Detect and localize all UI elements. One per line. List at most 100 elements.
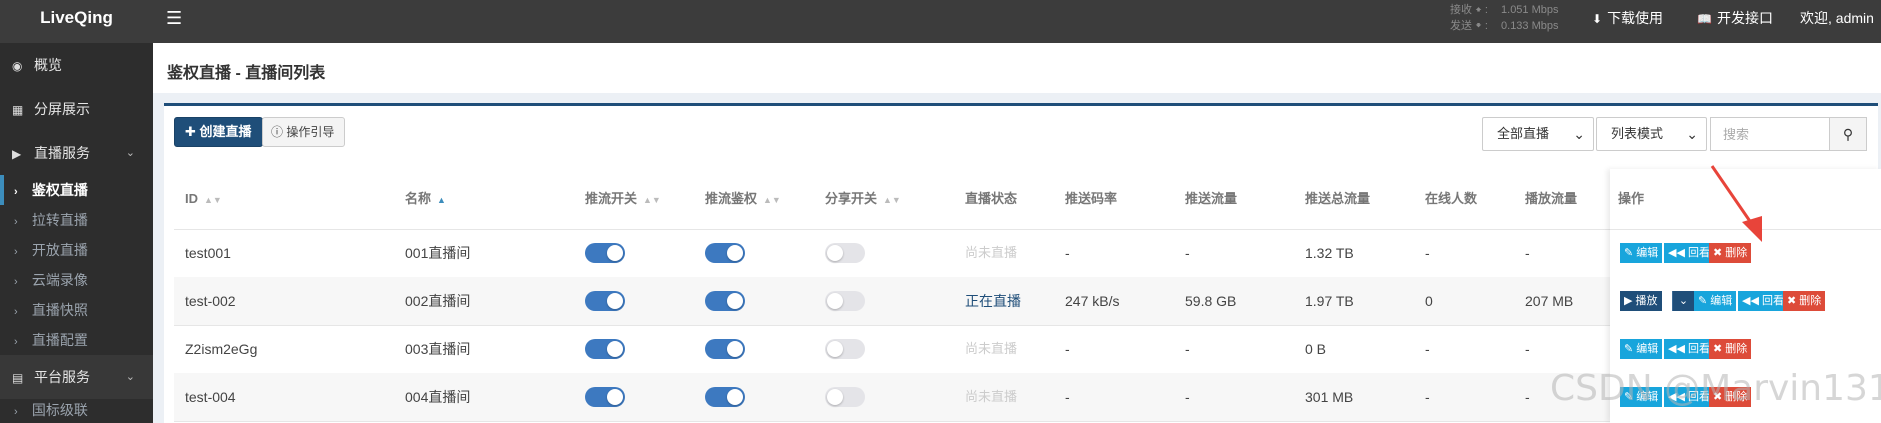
cell-traffic: - — [1185, 389, 1190, 405]
server-icon: ▤ — [12, 371, 24, 385]
cell-name: 003直播间 — [405, 341, 471, 357]
sidebar-item-auth-live[interactable]: › 鉴权直播 — [0, 175, 153, 205]
playback-icon: ◀◀ — [1668, 247, 1688, 259]
play-button[interactable]: ▶ 播放 — [1620, 291, 1662, 311]
playback-icon: ◀◀ — [1742, 295, 1762, 307]
video-camera-icon: ▶ — [12, 147, 22, 161]
cell-status: 尚未直播 — [965, 389, 1018, 404]
col-header-share[interactable]: 分享开关 ▲▼ — [825, 169, 901, 229]
sidebar-item-live-config[interactable]: › 直播配置 — [0, 325, 153, 355]
toggle-knob — [607, 389, 623, 405]
chevron-right-icon: › — [14, 216, 18, 228]
sort-icon: ▲▼ — [763, 195, 781, 205]
sidebar-item-gb[interactable]: › 国标级联 — [0, 395, 153, 423]
col-header-online: 在线人数 — [1425, 191, 1478, 206]
guide-button[interactable]: ⓘ 操作引导 — [262, 117, 345, 147]
cell-online: - — [1425, 389, 1430, 405]
delete-button[interactable]: ✖ 删除 — [1783, 291, 1826, 311]
share-toggle[interactable] — [825, 339, 865, 359]
download-link[interactable]: ⬇ 下载使用 — [1592, 0, 1663, 36]
cell-online: - — [1425, 245, 1430, 261]
cell-play: - — [1525, 245, 1530, 261]
col-header-name[interactable]: 名称 ▲ — [405, 169, 446, 229]
delete-button[interactable]: ✖ 删除 — [1709, 339, 1752, 359]
sidebar-item-pull-live[interactable]: › 拉转直播 — [0, 205, 153, 235]
cell-traffic: - — [1185, 245, 1190, 261]
cell-name: 001直播间 — [405, 245, 471, 261]
sidebar-item-open-live[interactable]: › 开放直播 — [0, 235, 153, 265]
col-header-actions: 操作 — [1618, 191, 1645, 206]
edit-button[interactable]: ✎ 编辑 — [1620, 243, 1663, 263]
edit-button[interactable]: ✎ 编辑 — [1620, 339, 1663, 359]
sort-icon: ▲▼ — [643, 195, 661, 205]
search-button[interactable]: ⚲ — [1829, 117, 1867, 151]
arrow-up-icon: 🠹 — [1475, 4, 1482, 16]
sidebar-item-platform-service[interactable]: ▤ 平台服务 ⌄ — [0, 355, 153, 399]
cell-traffic: 59.8 GB — [1185, 293, 1237, 309]
cell-play: - — [1525, 341, 1530, 357]
toggle-knob — [827, 245, 843, 261]
col-header-push[interactable]: 推流开关 ▲▼ — [585, 169, 661, 229]
push-toggle[interactable] — [585, 387, 625, 407]
search-input[interactable] — [1710, 117, 1830, 151]
col-header-id[interactable]: ID ▲▼ — [185, 169, 222, 229]
sidebar-item-live-service[interactable]: ▶ 直播服务 ⌄ — [0, 131, 153, 175]
app-logo[interactable]: LiveQing — [0, 0, 153, 43]
delete-icon: ✖ — [1787, 295, 1800, 307]
play-dropdown-toggle-icon: ⌄ — [1678, 295, 1689, 307]
auth-toggle[interactable] — [705, 291, 745, 311]
sidebar-item-live-snapshot[interactable]: › 直播快照 — [0, 295, 153, 325]
cell-online: - — [1425, 341, 1430, 357]
chevron-right-icon: › — [14, 336, 18, 348]
chevron-down-icon: ⌄ — [1686, 126, 1698, 142]
col-header-play: 播放流量 — [1525, 191, 1578, 206]
chevron-right-icon: › — [14, 306, 18, 318]
auth-toggle[interactable] — [705, 243, 745, 263]
playback-button[interactable]: ◀◀ 回看 — [1664, 339, 1714, 359]
create-live-button[interactable]: ✚ 创建直播 — [174, 117, 263, 147]
auth-toggle[interactable] — [705, 339, 745, 359]
recv-label: 接收 — [1450, 4, 1472, 16]
col-header-total: 推送总流量 — [1305, 191, 1371, 206]
dev-api-link[interactable]: 📖 开发接口 — [1697, 0, 1773, 36]
share-toggle[interactable] — [825, 243, 865, 263]
send-label: 发送 — [1450, 20, 1472, 32]
live-filter-select[interactable]: 全部直播 ⌄ — [1482, 117, 1594, 151]
push-toggle[interactable] — [585, 339, 625, 359]
grid-icon: ▦ — [12, 103, 24, 117]
share-toggle[interactable] — [825, 291, 865, 311]
col-header-auth[interactable]: 推流鉴权 ▲▼ — [705, 169, 781, 229]
play-dropdown-toggle[interactable]: ⌄ — [1672, 291, 1694, 311]
cell-status: 尚未直播 — [965, 245, 1018, 260]
edit-icon: ✎ — [1698, 295, 1711, 307]
network-stats: 接收 🠹 : 1.051 Mbps 发送 🠻 : 0.133 Mbps — [1450, 4, 1559, 32]
chevron-down-icon: ⌄ — [125, 147, 135, 159]
sidebar-item-split[interactable]: ▦ 分屏展示 — [0, 87, 153, 131]
send-value: 0.133 Mbps — [1501, 20, 1559, 32]
cell-bitrate: - — [1065, 389, 1070, 405]
sidebar-item-cloud-record[interactable]: › 云端录像 — [0, 265, 153, 295]
arrow-down-icon: 🠻 — [1475, 20, 1482, 32]
toggle-knob — [727, 389, 743, 405]
playback-button[interactable]: ◀◀ 回看 — [1738, 291, 1788, 311]
dashboard-icon: ◉ — [12, 59, 23, 73]
chevron-right-icon: › — [14, 186, 18, 198]
toggle-knob — [727, 293, 743, 309]
sidebar-item-overview[interactable]: ◉ 概览 — [0, 43, 153, 87]
push-toggle[interactable] — [585, 243, 625, 263]
push-toggle[interactable] — [585, 291, 625, 311]
user-menu[interactable]: 欢迎, admin — [1800, 0, 1874, 36]
sort-asc-icon: ▲ — [437, 195, 446, 205]
page-title: 鉴权直播 - 直播间列表 — [167, 65, 326, 82]
share-toggle[interactable] — [825, 387, 865, 407]
toggle-knob — [827, 389, 843, 405]
sort-icon: ▲▼ — [883, 195, 901, 205]
view-mode-select[interactable]: 列表模式 ⌄ — [1596, 117, 1707, 151]
book-icon: 📖 — [1697, 12, 1712, 26]
auth-toggle[interactable] — [705, 387, 745, 407]
toggle-knob — [827, 341, 843, 357]
menu-toggle-icon[interactable]: ☰ — [166, 8, 182, 29]
edit-button[interactable]: ✎ 编辑 — [1694, 291, 1737, 311]
chevron-right-icon: › — [14, 276, 18, 288]
play-icon: ▶ — [1624, 295, 1636, 307]
